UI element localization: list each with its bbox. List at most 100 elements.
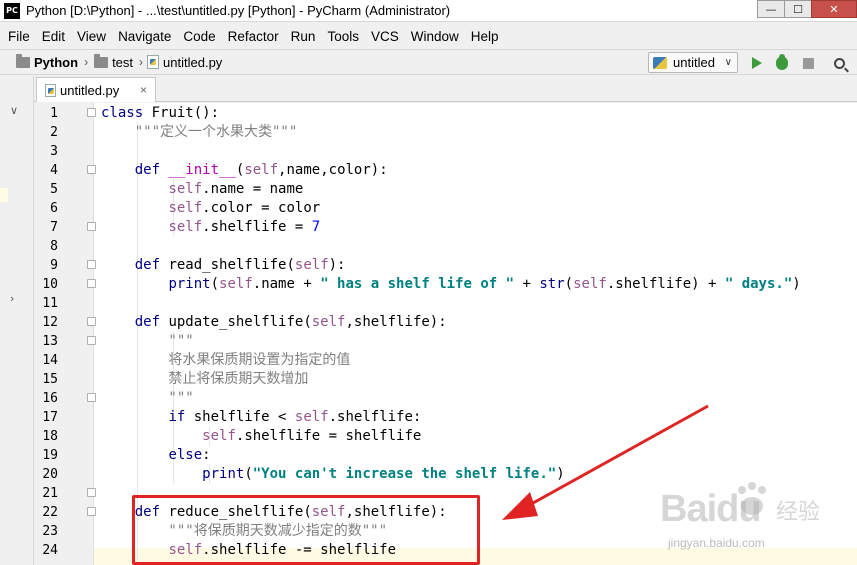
stop-button[interactable] xyxy=(799,54,817,72)
line-number: 3 xyxy=(50,144,58,159)
run-icon xyxy=(752,57,762,69)
fold-marker-icon[interactable] xyxy=(87,279,96,288)
tab-label: untitled.py xyxy=(60,82,120,98)
code-line: print(self.name + " has a shelf life of … xyxy=(168,276,801,292)
tab-untitled-py[interactable]: untitled.py × xyxy=(36,77,156,102)
folder-icon xyxy=(94,53,109,68)
line-number: 20 xyxy=(42,467,58,482)
breadcrumb-file-label: untitled.py xyxy=(163,54,223,70)
code-line: """定义一个水果大类""" xyxy=(101,124,298,140)
fold-marker-icon[interactable] xyxy=(87,260,96,269)
project-tool-strip: ∨ › xyxy=(0,76,34,565)
chevron-down-icon[interactable]: ∨ xyxy=(10,104,18,117)
run-configuration-label: untitled xyxy=(673,55,715,70)
annotation-highlight-box xyxy=(132,495,480,565)
breadcrumb-project[interactable]: Python › xyxy=(0,53,88,70)
fold-marker-icon[interactable] xyxy=(87,108,96,117)
code-line: 将水果保质期设置为指定的值 xyxy=(101,352,351,368)
close-tab-icon[interactable]: × xyxy=(140,83,147,97)
code-line: self.shelflife = shelflife xyxy=(202,428,422,444)
code-line: class Fruit(): xyxy=(101,105,220,121)
menu-vcs[interactable]: VCS xyxy=(371,29,399,44)
watermark-brand-cn: 经验 xyxy=(776,500,821,525)
run-button[interactable] xyxy=(748,54,766,72)
debug-button[interactable] xyxy=(773,53,791,72)
line-number: 18 xyxy=(42,429,58,444)
code-line: def read_shelflife(self): xyxy=(134,257,346,273)
code-line: """ xyxy=(101,390,194,406)
menu-run[interactable]: Run xyxy=(291,29,316,44)
watermark-url: jingyan.baidu.com xyxy=(668,536,765,550)
menu-navigate[interactable]: Navigate xyxy=(118,29,171,44)
line-number: 8 xyxy=(50,239,58,254)
search-everywhere-button[interactable] xyxy=(830,54,848,72)
menu-refactor[interactable]: Refactor xyxy=(228,29,279,44)
breadcrumb-project-label: Python xyxy=(34,54,79,70)
fold-marker-icon[interactable] xyxy=(87,165,96,174)
chevron-down-icon: ∨ xyxy=(724,57,732,68)
line-number: 21 xyxy=(42,486,58,501)
bug-icon xyxy=(776,53,788,70)
menu-file[interactable]: File xyxy=(8,29,30,44)
code-line: 禁止将保质期天数增加 xyxy=(101,371,309,387)
menu-tools[interactable]: Tools xyxy=(327,29,359,44)
line-number: 13 xyxy=(42,334,58,349)
line-number: 11 xyxy=(42,296,58,311)
menu-edit[interactable]: Edit xyxy=(42,29,65,44)
line-number: 22 xyxy=(42,505,58,520)
python-file-icon xyxy=(45,83,56,97)
stop-icon xyxy=(802,57,814,69)
fold-marker-icon[interactable] xyxy=(87,317,96,326)
window-title: Python [D:\Python] - ...\test\untitled.p… xyxy=(26,3,451,18)
code-line: if shelflife < self.shelflife: xyxy=(168,409,422,425)
menu-help[interactable]: Help xyxy=(471,29,499,44)
fold-marker-icon[interactable] xyxy=(87,507,96,516)
line-number: 9 xyxy=(50,258,58,273)
line-number: 12 xyxy=(42,315,58,330)
line-number: 14 xyxy=(42,353,58,368)
line-number: 17 xyxy=(42,410,58,425)
code-line: """ xyxy=(101,333,194,349)
maximize-button[interactable]: ☐ xyxy=(784,0,812,18)
strip-marker xyxy=(0,188,8,202)
fold-marker-icon[interactable] xyxy=(87,222,96,231)
code-line: else: xyxy=(168,447,211,463)
line-number: 4 xyxy=(50,163,58,178)
line-number: 7 xyxy=(50,220,58,235)
run-configuration-select[interactable]: untitled ∨ xyxy=(648,52,738,73)
menu-window[interactable]: Window xyxy=(411,29,459,44)
python-file-icon xyxy=(147,55,160,69)
line-number: 24 xyxy=(42,543,58,558)
menu-code[interactable]: Code xyxy=(183,29,215,44)
line-number: 1 xyxy=(50,106,58,121)
code-line: self.name = name xyxy=(168,181,304,197)
menu-view[interactable]: View xyxy=(77,29,106,44)
chevron-right-icon[interactable]: › xyxy=(10,292,14,305)
line-number: 15 xyxy=(42,372,58,387)
line-number: 16 xyxy=(42,391,58,406)
search-icon xyxy=(833,57,845,69)
code-line: def update_shelflife(self,shelflife): xyxy=(134,314,447,330)
pycharm-logo-icon: PC xyxy=(4,2,20,19)
breadcrumb-folder[interactable]: test › xyxy=(88,53,143,70)
minimize-button[interactable]: — xyxy=(757,0,785,18)
line-number: 23 xyxy=(42,524,58,539)
breadcrumb-folder-label: test xyxy=(112,54,134,70)
breadcrumb-file[interactable]: untitled.py xyxy=(143,55,222,70)
fold-marker-icon[interactable] xyxy=(87,393,96,402)
fold-marker-icon[interactable] xyxy=(87,488,96,497)
folder-icon xyxy=(16,53,30,68)
fold-marker-icon[interactable] xyxy=(87,336,96,345)
watermark-brand: Baidu xyxy=(660,488,762,530)
line-number: 5 xyxy=(50,182,58,197)
python-icon xyxy=(653,56,667,69)
line-number: 2 xyxy=(50,125,58,140)
code-line: self.color = color xyxy=(168,200,321,216)
title-bar: PC Python [D:\Python] - ...\test\untitle… xyxy=(0,0,857,22)
line-number: 6 xyxy=(50,201,58,216)
code-line: self.shelflife = 7 xyxy=(168,219,321,235)
close-window-button[interactable]: ✕ xyxy=(811,0,857,18)
